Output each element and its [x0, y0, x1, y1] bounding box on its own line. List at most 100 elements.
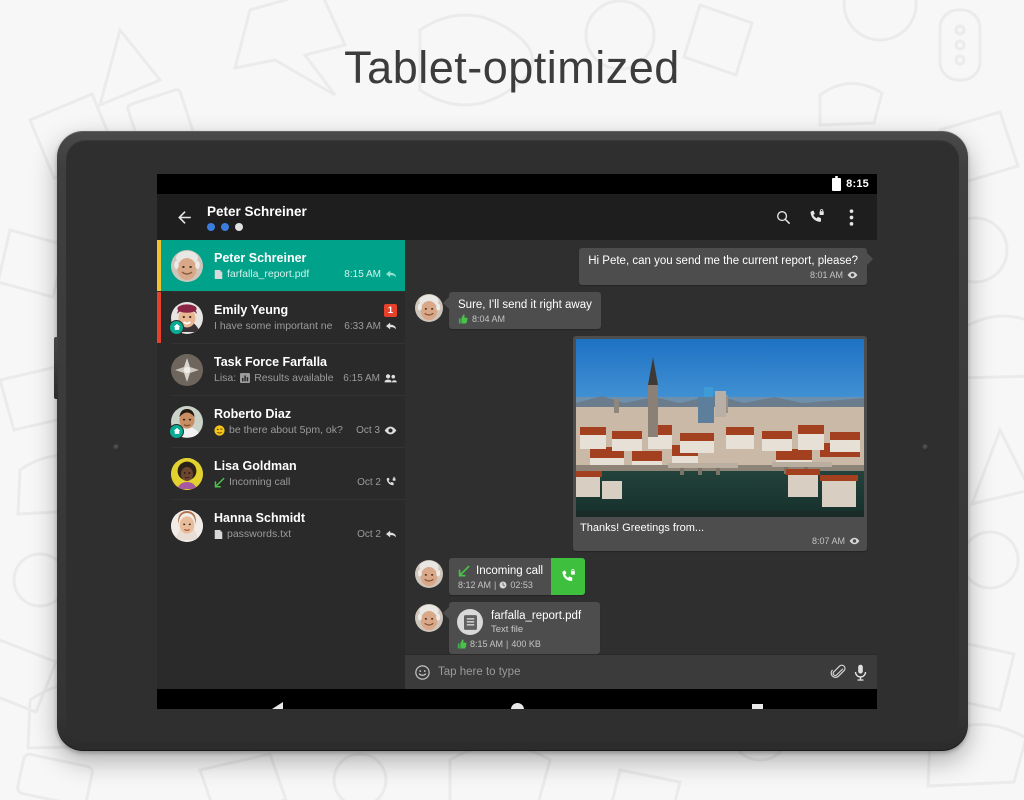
- message-row: Hi Pete, can you send me the current rep…: [415, 248, 873, 285]
- document-filetype: Text file: [491, 623, 524, 635]
- overflow-menu-button[interactable]: [835, 200, 867, 234]
- tablet-device: 8:15 Peter Schreiner Peter Schreiner far…: [54, 131, 968, 751]
- call-back-button[interactable]: [551, 558, 586, 595]
- nav-back-button[interactable]: [257, 689, 297, 709]
- chat-preview: Incoming call: [229, 476, 291, 488]
- chat-preview-sender: Lisa:: [214, 372, 237, 384]
- app-body: Peter Schreiner farfalla_report.pdf 8:15…: [157, 240, 877, 689]
- chat-name: Hanna Schmidt: [214, 511, 305, 525]
- toolbar-title-block: Peter Schreiner: [207, 204, 767, 231]
- arrow-back-icon: [177, 210, 191, 224]
- avatar[interactable]: [171, 249, 203, 282]
- chat-name: Task Force Farfalla: [214, 355, 328, 369]
- message-avatar[interactable]: [415, 560, 443, 588]
- row-text: Peter Schreiner farfalla_report.pdf 8:15…: [214, 251, 397, 280]
- nav-back-icon: [271, 702, 283, 709]
- chat-name: Roberto Diaz: [214, 407, 292, 421]
- row-accent-strip: [157, 240, 161, 291]
- emoji-smiley-icon[interactable]: [415, 664, 430, 680]
- call-duration: 02:53: [510, 580, 533, 590]
- row-text: Hanna Schmidt passwords.txt Oct 2: [214, 511, 397, 540]
- avatar-image: [171, 249, 203, 282]
- search-button[interactable]: [767, 200, 799, 234]
- message-row: Sure, I'll send it right away 8:04 AM: [415, 292, 867, 329]
- avatar[interactable]: [169, 405, 203, 439]
- chat-list-item-emily-yeung[interactable]: Emily Yeung 1 I have some important ne 6…: [157, 292, 405, 343]
- image-caption: Thanks! Greetings from...: [580, 522, 705, 534]
- battery-icon: [832, 175, 842, 191]
- page-title: Tablet-optimized: [344, 42, 680, 93]
- message-bubble-document[interactable]: farfalla_report.pdf Text file 8:15 AM | …: [443, 602, 600, 654]
- avatar[interactable]: [171, 509, 203, 542]
- chat-preview: be there about 5pm, ok?: [229, 424, 343, 436]
- message-meta: 8:01 AM: [588, 270, 858, 280]
- eye-icon: [849, 537, 860, 545]
- device-screen: 8:15 Peter Schreiner Peter Schreiner far…: [157, 174, 877, 709]
- chat-list-item-hanna-schmidt[interactable]: Hanna Schmidt passwords.txt Oct 2: [157, 500, 405, 551]
- message-bubble-call[interactable]: Incoming call 8:12 AM | 02:53: [449, 558, 586, 595]
- reply-arrow-icon: [386, 270, 396, 278]
- document-size: 400 KB: [511, 639, 541, 649]
- message-bubble-image[interactable]: Thanks! Greetings from... 8:07 AM: [573, 336, 867, 551]
- chat-list-item-peter-schreiner[interactable]: Peter Schreiner farfalla_report.pdf 8:15…: [157, 240, 405, 291]
- document-icon: [214, 269, 223, 279]
- avatar-photo-hanna: [171, 509, 203, 542]
- chat-list-item-task-force-farfalla[interactable]: Task Force Farfalla Lisa: Results availa…: [157, 344, 405, 395]
- page-indicator-dots[interactable]: [207, 222, 767, 231]
- nav-recents-button[interactable]: [737, 689, 777, 709]
- avatar-image: [171, 457, 203, 490]
- home-badge: [169, 319, 184, 335]
- page-dot-3[interactable]: [235, 222, 243, 231]
- call-button[interactable]: [801, 200, 833, 234]
- toolbar-actions: [767, 200, 867, 234]
- avatar[interactable]: [171, 457, 203, 490]
- phone-lock-icon: [810, 209, 824, 222]
- search-icon: [776, 210, 790, 224]
- chat-preview-row: farfalla_report.pdf 8:15 AM: [214, 268, 397, 280]
- microphone-icon[interactable]: [854, 664, 867, 681]
- chat-list-item-lisa-goldman[interactable]: Lisa Goldman Incoming call Oct 2: [157, 448, 405, 499]
- back-button[interactable]: [167, 200, 201, 234]
- thumbs-up-icon: [457, 639, 467, 649]
- home-icon: [173, 427, 180, 434]
- chat-time: 6:33 AM: [344, 320, 381, 332]
- chat-time: Oct 2: [357, 528, 381, 540]
- front-camera-left-icon: [113, 444, 120, 451]
- nav-home-button[interactable]: [497, 689, 537, 709]
- android-navigation-bar[interactable]: [157, 689, 877, 709]
- chat-time: Oct 2: [357, 476, 381, 488]
- android-status-bar: 8:15: [157, 174, 877, 194]
- home-badge: [169, 423, 184, 439]
- eye-icon: [384, 426, 397, 434]
- message-bubble-incoming[interactable]: Sure, I'll send it right away 8:04 AM: [443, 292, 601, 329]
- message-bubble-outgoing[interactable]: Hi Pete, can you send me the current rep…: [579, 248, 873, 285]
- volume-button[interactable]: [54, 337, 58, 399]
- chat-list-item-roberto-diaz[interactable]: Roberto Diaz be there about 5pm, ok? Oct…: [157, 396, 405, 447]
- message-input[interactable]: Tap here to type: [438, 666, 822, 678]
- row-text: Roberto Diaz be there about 5pm, ok? Oct…: [214, 407, 397, 436]
- message-text: Hi Pete, can you send me the current rep…: [588, 255, 858, 267]
- emoji-wink-icon: [214, 424, 225, 436]
- group-icon: [384, 374, 397, 383]
- chat-list[interactable]: Peter Schreiner farfalla_report.pdf 8:15…: [157, 240, 405, 689]
- chat-time: Oct 3: [356, 424, 380, 436]
- message-avatar[interactable]: [415, 294, 443, 322]
- photo-attachment[interactable]: [576, 339, 864, 517]
- page-dot-2[interactable]: [221, 222, 229, 231]
- document-icon-circle: [457, 609, 483, 635]
- page-dot-1[interactable]: [207, 222, 215, 231]
- message-row: Incoming call 8:12 AM | 02:53: [415, 558, 867, 595]
- message-time: 8:04 AM: [472, 314, 506, 324]
- chat-preview-body: Results available: [254, 372, 334, 384]
- paperclip-icon[interactable]: [830, 664, 846, 680]
- message-meta: 8:07 AM: [576, 536, 864, 548]
- chat-time: 8:15 AM: [344, 268, 381, 280]
- message-avatar[interactable]: [415, 604, 443, 632]
- message-list[interactable]: Hi Pete, can you send me the current rep…: [405, 240, 877, 654]
- clock-icon: [499, 581, 507, 589]
- avatar[interactable]: [169, 301, 203, 335]
- message-composer[interactable]: Tap here to type: [405, 654, 877, 689]
- incoming-call-arrow-icon: [214, 477, 225, 487]
- chat-preview: passwords.txt: [227, 528, 292, 540]
- avatar[interactable]: [171, 353, 203, 386]
